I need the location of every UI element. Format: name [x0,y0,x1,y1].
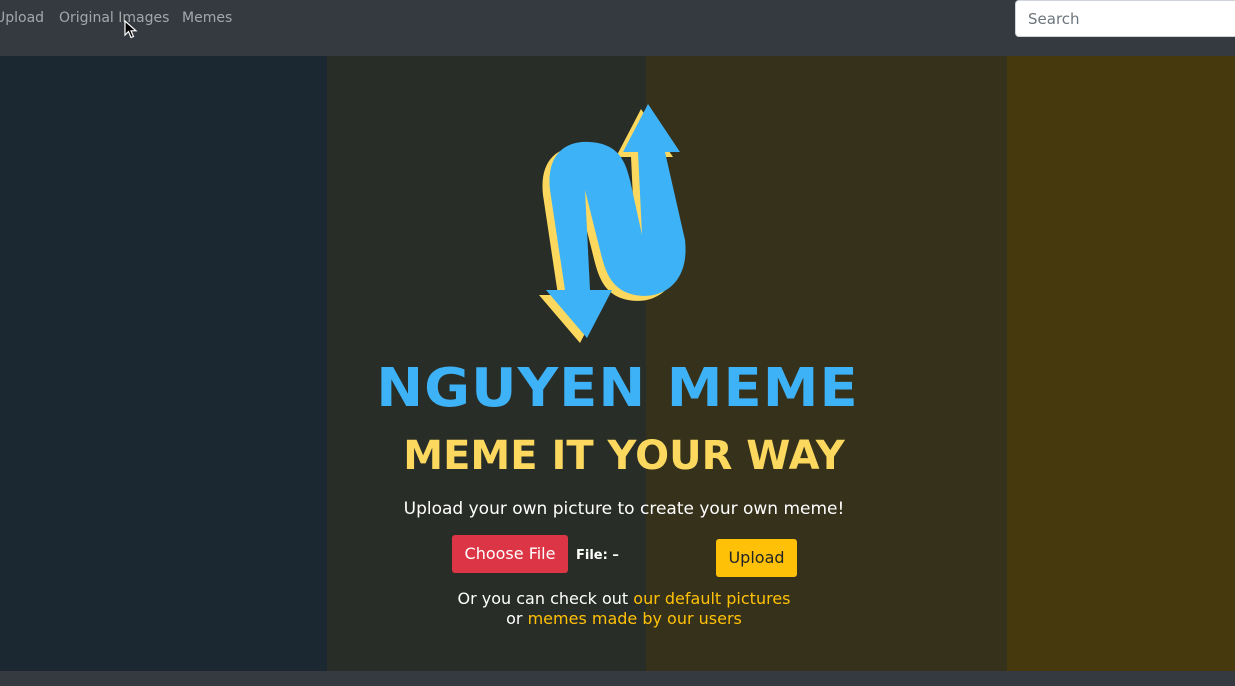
upload-subtitle: Upload your own picture to create your o… [403,499,845,519]
navbar: Upload Original Images Memes [0,0,1235,56]
nav-link-memes[interactable]: Memes [182,10,232,26]
user-memes-link[interactable]: memes made by our users [528,609,742,628]
footer [0,671,1235,686]
nguyen-meme-logo-icon [539,104,686,343]
brand-title: NGUYEN MEME [376,357,859,420]
more-options-text: or [506,609,528,628]
tagline: MEME IT YOUR WAY [403,433,845,479]
default-pictures-link[interactable]: our default pictures [633,589,790,608]
nav-link-upload[interactable]: Upload [0,10,44,26]
more-options-text: Or you can check out [457,589,634,608]
more-options-line: or memes made by our users [0,609,1235,628]
choose-file-button[interactable]: Choose File [452,535,568,573]
mouse-cursor-icon [124,20,138,39]
search-input[interactable] [1015,0,1235,37]
more-options-line: Or you can check out our default picture… [0,589,1235,608]
hero-section: NGUYEN MEME MEME IT YOUR WAY Upload your… [0,56,1235,671]
nav-link-original-images[interactable]: Original Images [59,10,169,26]
file-status-label: File: – [576,548,619,563]
upload-button[interactable]: Upload [716,539,797,577]
